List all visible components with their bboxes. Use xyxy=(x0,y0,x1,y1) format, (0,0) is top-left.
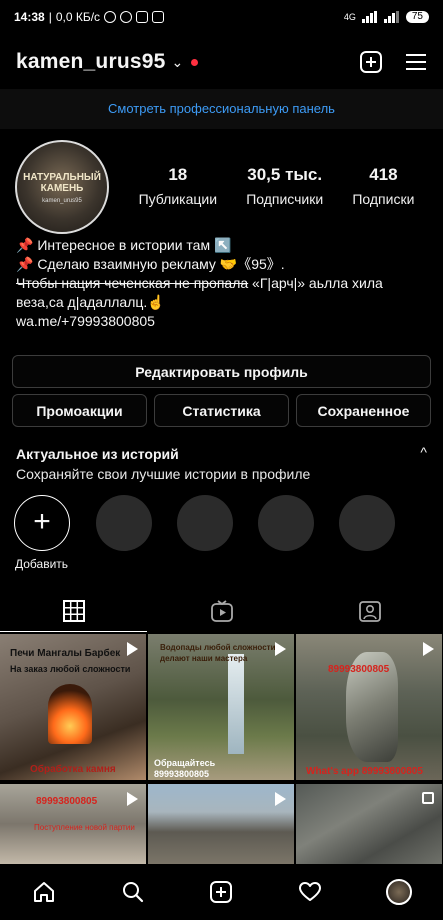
video-icon xyxy=(275,792,286,806)
add-highlight-label: Добавить xyxy=(15,557,69,571)
add-highlight-button[interactable]: + xyxy=(14,495,70,551)
post-thumbnail[interactable]: 89993800805 What's app 89993800805 xyxy=(296,634,442,780)
nav-home[interactable] xyxy=(24,872,64,912)
tab-grid[interactable] xyxy=(0,590,147,632)
stat-label: Подписки xyxy=(352,191,415,207)
grid-icon xyxy=(62,599,85,622)
carousel-icon xyxy=(422,792,434,804)
plus-square-icon xyxy=(210,881,233,903)
video-icon xyxy=(423,642,434,656)
signal-icon xyxy=(361,11,377,23)
battery-indicator: 75 xyxy=(405,11,429,23)
highlight-placeholder[interactable] xyxy=(96,495,152,551)
signal-type: 4G xyxy=(343,12,356,22)
nav-search[interactable] xyxy=(113,872,153,912)
post-thumbnail[interactable]: Печи Мангалы Барбек На заказ любой сложн… xyxy=(0,634,146,780)
stat-label: Подписчики xyxy=(246,191,324,207)
instagram-icon xyxy=(136,11,149,23)
tagged-person-icon xyxy=(358,601,381,622)
stat-following[interactable]: 418 Подписки xyxy=(352,165,414,207)
status-bar: 14:38 | 0,0 КБ/с 4G 75 xyxy=(0,0,443,34)
hamburger-icon[interactable] xyxy=(405,52,427,72)
bio-text: «Г|арч|» аьлла хила xyxy=(248,275,383,291)
professional-dashboard-link[interactable]: Смотреть профессиональную панель xyxy=(0,89,443,129)
waterfall-image xyxy=(228,654,244,754)
tab-tagged[interactable] xyxy=(296,590,443,632)
video-icon xyxy=(275,642,286,656)
post-caption: 89993800805 xyxy=(328,664,390,675)
nav-profile[interactable] xyxy=(379,872,419,912)
chevron-up-icon[interactable]: ^ xyxy=(420,444,427,460)
highlight-placeholder[interactable] xyxy=(258,495,314,551)
home-icon xyxy=(34,882,55,902)
highlights-subtitle: Сохраняйте свои лучшие истории в профиле xyxy=(16,466,311,482)
post-caption: Обращайтесь 89993800805 xyxy=(154,758,216,779)
profile-bio: 📌 Интересное в истории там ↖️ 📌 Сделаю в… xyxy=(16,236,427,331)
video-icon xyxy=(127,792,138,806)
post-caption: 89993800805 xyxy=(36,796,98,807)
highlights-title: Актуальное из историй xyxy=(16,446,179,462)
status-network-speed: 0,0 КБ/с xyxy=(55,10,101,24)
stat-value: 30,5 тыс. xyxy=(247,165,323,184)
search-icon xyxy=(122,882,143,903)
stat-value: 18 xyxy=(168,165,188,184)
avatar[interactable]: НАТУРАЛЬНЫЙ КАМЕНЬ kamen_urus95 xyxy=(15,140,109,234)
highlight-placeholder[interactable] xyxy=(339,495,395,551)
bio-line: 📌 Интересное в истории там ↖️ xyxy=(16,237,232,253)
fireplace-image xyxy=(48,684,92,744)
profile-stats: 18 Публикации 30,5 тыс. Подписчики 418 П… xyxy=(124,165,429,207)
stat-posts[interactable]: 18 Публикации xyxy=(139,165,217,207)
avatar-logo-caption: kamen_urus95 xyxy=(42,198,82,204)
chevron-down-icon[interactable]: ⌄ xyxy=(171,54,183,71)
post-caption: What's app 89993800805 xyxy=(306,766,423,777)
bio-line: веза,са д|адаллалц.☝️ xyxy=(16,294,165,310)
username[interactable]: kamen_urus95 xyxy=(16,50,165,74)
stat-value: 418 xyxy=(369,165,398,184)
post-caption: На заказ любой сложности xyxy=(10,664,131,674)
post-caption: Поступление новой партии xyxy=(34,823,135,832)
profile-header: kamen_urus95 ⌄ xyxy=(16,44,427,80)
post-caption: Обработка камня xyxy=(30,764,116,775)
profile-tabs xyxy=(0,590,443,632)
highlight-placeholder[interactable] xyxy=(177,495,233,551)
nav-create[interactable] xyxy=(201,872,241,912)
notification-dot xyxy=(191,58,199,66)
post-thumbnail[interactable] xyxy=(148,784,294,864)
nav-activity[interactable] xyxy=(290,872,330,912)
post-thumbnail[interactable]: 89993800805 Поступление новой партии xyxy=(0,784,146,864)
plus-square-icon[interactable] xyxy=(359,50,383,74)
signal-icon xyxy=(383,11,399,23)
profile-avatar-icon xyxy=(385,879,412,905)
instagram-icon xyxy=(152,11,165,23)
bio-link[interactable]: wa.me/+79993800805 xyxy=(16,312,427,331)
igtv-icon xyxy=(210,600,233,622)
bio-line: 📌 Сделаю взаимную рекламу 🤝《95》. xyxy=(16,256,285,272)
bio-line: Чтобы нация чеченская не пропала «Г|арч|… xyxy=(16,274,427,293)
edit-profile-button[interactable]: Редактировать профиль xyxy=(12,355,431,388)
saved-button[interactable]: Сохраненное xyxy=(296,394,431,427)
tab-reels[interactable] xyxy=(148,590,295,632)
post-thumbnail[interactable]: Водопады любой сложности делают наши мас… xyxy=(148,634,294,780)
alarm-icon xyxy=(104,11,117,23)
promotions-button[interactable]: Промоакции xyxy=(12,394,147,427)
stat-followers[interactable]: 30,5 тыс. Подписчики xyxy=(246,165,323,207)
whatsapp-icon xyxy=(120,11,133,23)
avatar-logo-text: НАТУРАЛЬНЫЙ КАМЕНЬ xyxy=(23,172,101,194)
stat-label: Публикации xyxy=(138,191,218,207)
post-caption: Водопады любой сложности делают наши мас… xyxy=(160,643,276,663)
status-time: 14:38 xyxy=(14,10,45,24)
bio-strikethrough-text: Чтобы нация чеченская не пропала xyxy=(16,275,249,291)
post-thumbnail[interactable] xyxy=(296,784,442,864)
heart-icon xyxy=(299,882,322,901)
insights-button[interactable]: Статистика xyxy=(154,394,289,427)
bottom-navigation xyxy=(0,864,443,920)
video-icon xyxy=(127,642,138,656)
post-caption: Печи Мангалы Барбек xyxy=(10,648,121,659)
